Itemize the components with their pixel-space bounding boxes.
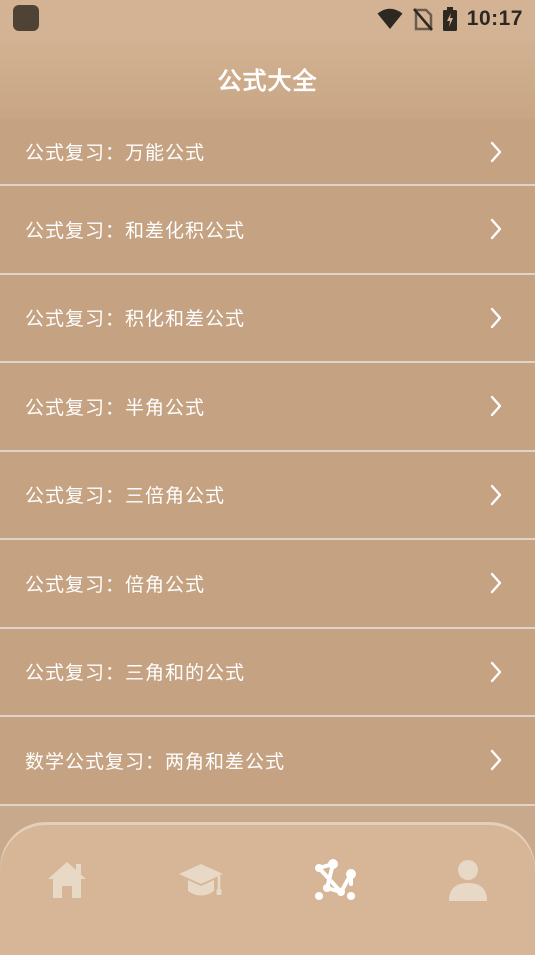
battery-charging-icon xyxy=(442,7,457,31)
nav-tab-study[interactable] xyxy=(166,850,236,910)
list-item-label: 公式复习：万能公式 xyxy=(25,142,206,164)
wifi-icon xyxy=(377,8,403,29)
chevron-right-icon xyxy=(490,661,502,682)
chevron-right-icon xyxy=(490,750,502,771)
list-item-label: 公式复习：倍角公式 xyxy=(25,573,206,596)
graduation-cap-icon xyxy=(179,864,223,896)
chevron-right-icon xyxy=(490,396,502,417)
user-icon xyxy=(449,860,487,901)
nav-tab-home[interactable] xyxy=(32,850,102,910)
bottom-nav xyxy=(0,822,535,955)
chevron-right-icon xyxy=(490,573,502,594)
list-item[interactable]: 公式复习：三倍角公式 xyxy=(0,451,535,540)
list-item[interactable]: 公式复习：三角和的公式 xyxy=(0,628,535,717)
formula-nodes-icon xyxy=(315,859,356,900)
chevron-right-icon xyxy=(490,484,502,505)
status-icons: 10:17 xyxy=(377,6,523,32)
list-item[interactable]: 公式复习：万能公式 xyxy=(0,119,535,186)
nav-tab-formula[interactable] xyxy=(299,850,369,910)
chevron-right-icon xyxy=(490,307,502,328)
page-header: 公式大全 xyxy=(0,38,535,119)
list-item-label: 公式复习：和差化积公式 xyxy=(25,219,246,242)
status-time: 10:17 xyxy=(466,7,523,30)
list-item-label: 公式复习：半角公式 xyxy=(25,396,206,419)
list-item[interactable]: 数学公式复习：两角和差公式 xyxy=(0,717,535,806)
status-bar: 10:17 xyxy=(0,0,535,38)
chevron-right-icon xyxy=(490,141,502,162)
list-item-label: 数学公式复习：两角和差公式 xyxy=(25,750,286,773)
list-item-label: 公式复习：三角和的公式 xyxy=(25,662,246,685)
home-icon xyxy=(48,862,86,898)
app-icon xyxy=(13,5,39,31)
chevron-right-icon xyxy=(490,219,502,240)
page-title: 公式大全 xyxy=(217,67,318,95)
list-item-label: 公式复习：三倍角公式 xyxy=(25,485,226,508)
list-item[interactable]: 公式复习：和差化积公式 xyxy=(0,186,535,275)
list-item[interactable]: 公式复习：倍角公式 xyxy=(0,540,535,629)
no-sim-icon xyxy=(412,8,433,31)
list-item[interactable]: 公式复习：半角公式 xyxy=(0,363,535,452)
list-item-label: 公式复习：积化和差公式 xyxy=(25,308,246,331)
list-item[interactable]: 公式复习：积化和差公式 xyxy=(0,274,535,363)
nav-tab-profile[interactable] xyxy=(433,850,503,910)
formula-list: 公式复习：万能公式 公式复习：和差化积公式 公式复习：积化和差公式 公式复习：半… xyxy=(0,119,535,806)
